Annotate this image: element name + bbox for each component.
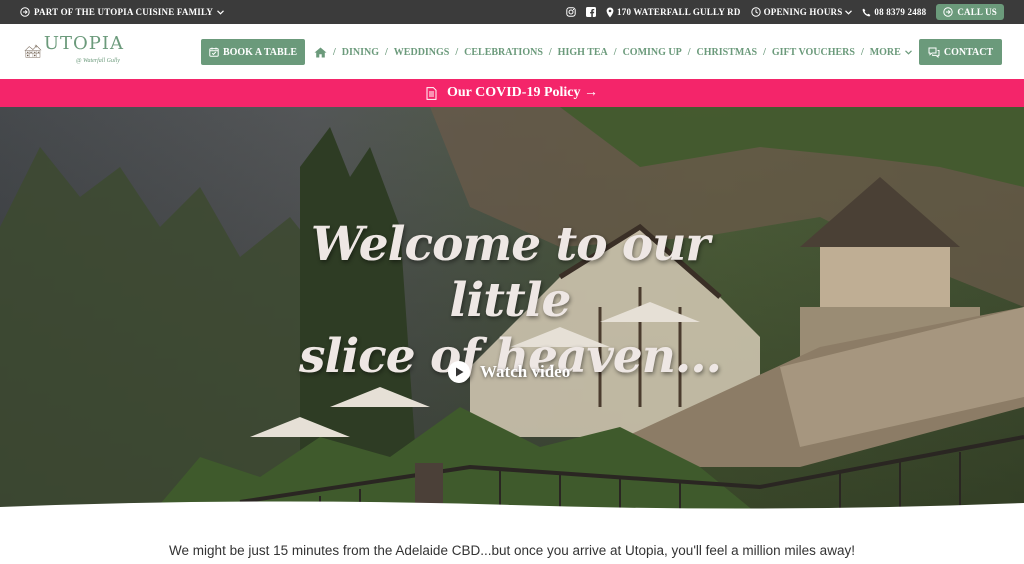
opening-hours-label: OPENING HOURS bbox=[763, 7, 843, 17]
map-pin-icon bbox=[606, 7, 614, 18]
address-link[interactable]: 170 WATERFALL GULLY RD bbox=[606, 7, 741, 18]
book-a-table-button[interactable]: BOOK A TABLE bbox=[201, 39, 305, 65]
phone-number: 08 8379 2488 bbox=[874, 7, 927, 17]
address-label: 170 WATERFALL GULLY RD bbox=[617, 7, 741, 17]
nav-item-christmas[interactable]: CHRISTMAS bbox=[697, 47, 758, 58]
cuisine-family-dropdown[interactable]: PART OF THE UTOPIA CUISINE FAMILY bbox=[20, 0, 225, 24]
chevron-down-icon bbox=[845, 9, 853, 15]
book-a-table-label: BOOK A TABLE bbox=[222, 46, 298, 58]
chevron-down-icon bbox=[217, 9, 225, 15]
intro-text: We might be just 15 minutes from the Ade… bbox=[169, 543, 855, 558]
nav-separator: / bbox=[860, 46, 864, 58]
covid-policy-banner[interactable]: Our COVID-19 Policy → bbox=[0, 79, 1024, 107]
call-us-label: CALL US bbox=[957, 7, 997, 17]
document-icon bbox=[426, 86, 437, 100]
arrow-circle-icon bbox=[943, 7, 954, 17]
opening-hours-dropdown[interactable]: OPENING HOURS bbox=[750, 7, 853, 17]
nav-item-gift-vouchers[interactable]: GIFT VOUCHERS bbox=[772, 47, 855, 58]
site-header: UTOPIA @ Waterfall Gully BOOK A TABLE / … bbox=[0, 24, 1024, 79]
calendar-icon bbox=[209, 47, 219, 57]
hero-section: Welcome to our little slice of heaven...… bbox=[0, 107, 1024, 516]
phone-icon bbox=[862, 8, 871, 17]
hero-headline-line-1: Welcome to our little bbox=[310, 217, 710, 328]
play-icon bbox=[448, 361, 470, 383]
nav-separator: / bbox=[763, 46, 766, 58]
nav-item-coming-up[interactable]: COMING UP bbox=[623, 47, 682, 58]
nav-separator: / bbox=[687, 46, 691, 58]
cuisine-family-label: PART OF THE UTOPIA CUISINE FAMILY bbox=[34, 7, 214, 17]
nav-item-more[interactable]: MORE bbox=[870, 47, 901, 58]
logo-tagline: @ Waterfall Gully bbox=[76, 58, 120, 64]
house-logo-icon bbox=[24, 44, 42, 58]
main-nav: / DINING / WEDDINGS / CELEBRATIONS / HIG… bbox=[314, 39, 912, 65]
nav-separator: / bbox=[613, 46, 617, 58]
nav-separator: / bbox=[548, 46, 552, 58]
watch-video-button[interactable]: Watch video bbox=[448, 360, 570, 384]
home-icon[interactable] bbox=[314, 47, 327, 58]
nav-item-dining[interactable]: DINING bbox=[342, 47, 379, 58]
nav-item-high-tea[interactable]: HIGH TEA bbox=[558, 47, 608, 58]
chevron-down-icon bbox=[904, 49, 912, 55]
phone-link[interactable]: 08 8379 2488 bbox=[862, 7, 926, 17]
watch-video-label: Watch video bbox=[480, 362, 571, 381]
nav-item-weddings[interactable]: WEDDINGS bbox=[394, 47, 450, 58]
logo-name: UTOPIA bbox=[43, 33, 124, 54]
instagram-icon[interactable] bbox=[566, 7, 576, 17]
top-bar: PART OF THE UTOPIA CUISINE FAMILY 170 WA… bbox=[0, 0, 1024, 24]
contact-button[interactable]: CONTACT bbox=[919, 39, 1002, 65]
contact-label: CONTACT bbox=[943, 46, 994, 58]
facebook-icon[interactable] bbox=[586, 7, 597, 17]
chat-icon bbox=[928, 47, 940, 58]
nav-item-celebrations[interactable]: CELEBRATIONS bbox=[464, 47, 543, 58]
nav-separator: / bbox=[455, 46, 459, 58]
nav-separator: / bbox=[333, 46, 336, 58]
covid-policy-link[interactable]: Our COVID-19 Policy → bbox=[447, 85, 598, 101]
nav-separator: / bbox=[385, 46, 388, 58]
call-us-button[interactable]: CALL US bbox=[936, 4, 1004, 20]
clock-icon bbox=[750, 7, 761, 17]
site-logo[interactable]: UTOPIA @ Waterfall Gully bbox=[24, 31, 124, 73]
arrow-circle-icon bbox=[20, 7, 30, 17]
